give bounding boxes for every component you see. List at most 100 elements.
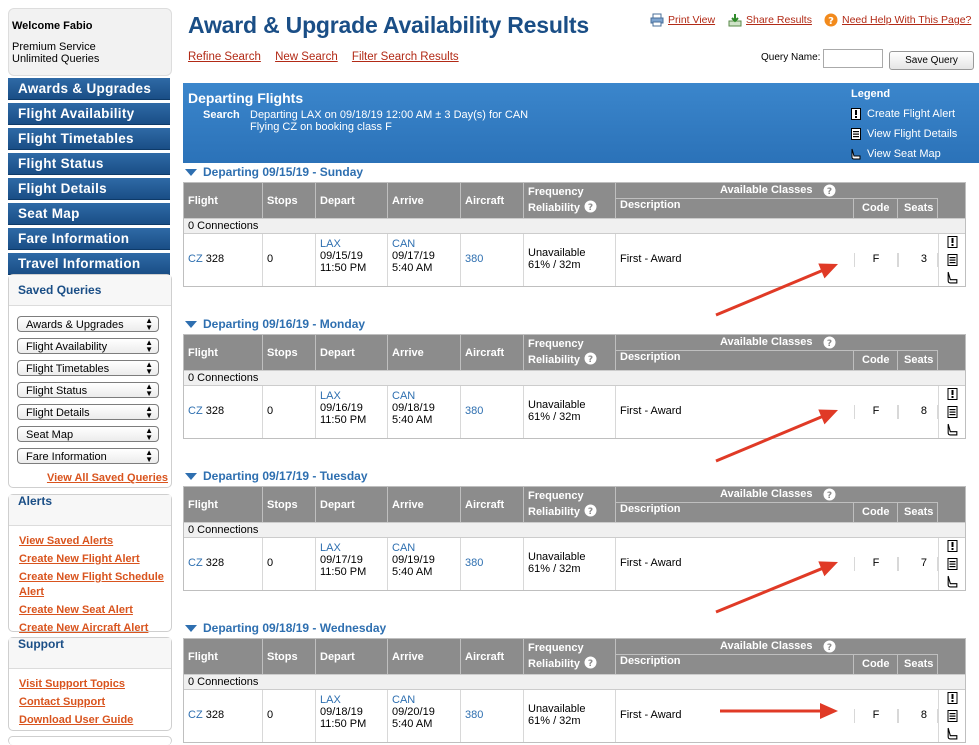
saved-query-select-details[interactable]: Flight Details ▲ ▼ — [17, 404, 159, 420]
col-arrive[interactable]: Arrive — [388, 487, 461, 522]
aircraft-link[interactable]: 380 — [465, 709, 483, 721]
saved-query-select-status[interactable]: Flight Status ▲ ▼ — [17, 382, 159, 398]
col-seats[interactable]: Seats — [898, 199, 938, 218]
col-frequency[interactable]: Frequency Reliability ? — [524, 487, 616, 522]
info-question-icon[interactable]: ? — [823, 488, 836, 501]
col-depart[interactable]: Depart — [316, 183, 388, 218]
col-description[interactable]: Description — [616, 503, 854, 522]
info-question-icon[interactable]: ? — [823, 336, 836, 349]
col-aircraft[interactable]: Aircraft — [461, 487, 524, 522]
create-schedule-alert-link[interactable]: Create New Flight Schedule Alert — [19, 571, 164, 598]
aircraft-link[interactable]: 380 — [465, 253, 483, 265]
depart-airport-link[interactable]: LAX — [320, 694, 341, 706]
nav-flight-availability[interactable]: Flight Availability — [8, 103, 170, 125]
info-question-icon[interactable]: ? — [584, 504, 597, 517]
nav-flight-details[interactable]: Flight Details — [8, 178, 170, 200]
col-seats[interactable]: Seats — [898, 655, 938, 674]
col-description[interactable]: Description — [616, 351, 854, 370]
create-alert-icon[interactable] — [947, 236, 958, 248]
col-code[interactable]: Code — [854, 351, 898, 370]
create-alert-icon[interactable] — [947, 692, 958, 704]
col-code[interactable]: Code — [854, 503, 898, 522]
depart-airport-link[interactable]: LAX — [320, 542, 341, 554]
airline-link[interactable]: CZ — [188, 557, 203, 569]
depart-airport-link[interactable]: LAX — [320, 238, 341, 250]
nav-flight-status[interactable]: Flight Status — [8, 153, 170, 175]
download-user-guide-link[interactable]: Download User Guide — [19, 714, 133, 726]
col-flight[interactable]: Flight — [184, 335, 263, 370]
contact-support-link[interactable]: Contact Support — [19, 696, 105, 708]
filter-results-link[interactable]: Filter Search Results — [352, 51, 459, 63]
help-link[interactable]: Need Help With This Page? — [842, 14, 971, 26]
saved-query-select-awards[interactable]: Awards & Upgrades ▲ ▼ — [17, 316, 159, 332]
col-depart[interactable]: Depart — [316, 487, 388, 522]
refine-search-link[interactable]: Refine Search — [188, 51, 261, 63]
col-frequency[interactable]: Frequency Reliability ? — [524, 183, 616, 218]
info-question-icon[interactable]: ? — [823, 640, 836, 653]
seat-map-icon[interactable] — [947, 575, 958, 588]
col-frequency[interactable]: Frequency Reliability ? — [524, 335, 616, 370]
visit-support-topics-link[interactable]: Visit Support Topics — [19, 678, 125, 690]
airline-link[interactable]: CZ — [188, 709, 203, 721]
flight-details-icon[interactable] — [947, 558, 958, 570]
arrive-airport-link[interactable]: CAN — [392, 390, 415, 402]
info-question-icon[interactable]: ? — [584, 200, 597, 213]
depart-airport-link[interactable]: LAX — [320, 390, 341, 402]
col-description[interactable]: Description — [616, 199, 854, 218]
nav-travel-information[interactable]: Travel Information — [8, 253, 170, 275]
seat-map-icon[interactable] — [947, 271, 958, 284]
flight-details-icon[interactable] — [947, 406, 958, 418]
saved-query-select-seatmap[interactable]: Seat Map ▲ ▼ — [17, 426, 159, 442]
col-arrive[interactable]: Arrive — [388, 335, 461, 370]
col-arrive[interactable]: Arrive — [388, 639, 461, 674]
seat-map-icon[interactable] — [947, 727, 958, 740]
col-seats[interactable]: Seats — [898, 503, 938, 522]
col-description[interactable]: Description — [616, 655, 854, 674]
col-aircraft[interactable]: Aircraft — [461, 639, 524, 674]
col-depart[interactable]: Depart — [316, 639, 388, 674]
flight-details-icon[interactable] — [947, 710, 958, 722]
col-frequency[interactable]: Frequency Reliability ? — [524, 639, 616, 674]
new-search-link[interactable]: New Search — [275, 51, 338, 63]
create-seat-alert-link[interactable]: Create New Seat Alert — [19, 604, 133, 616]
print-view-link-wrap[interactable]: Print View — [650, 13, 715, 27]
arrive-airport-link[interactable]: CAN — [392, 238, 415, 250]
create-alert-icon[interactable] — [947, 540, 958, 552]
col-aircraft[interactable]: Aircraft — [461, 183, 524, 218]
airline-link[interactable]: CZ — [188, 253, 203, 265]
saved-query-select-fare[interactable]: Fare Information ▲ ▼ — [17, 448, 159, 464]
print-view-link[interactable]: Print View — [668, 14, 715, 26]
info-question-icon[interactable]: ? — [584, 656, 597, 669]
col-flight[interactable]: Flight — [184, 183, 263, 218]
saved-query-select-availability[interactable]: Flight Availability ▲ ▼ — [17, 338, 159, 354]
col-stops[interactable]: Stops — [263, 183, 316, 218]
view-saved-alerts-link[interactable]: View Saved Alerts — [19, 535, 113, 547]
col-aircraft[interactable]: Aircraft — [461, 335, 524, 370]
query-name-input[interactable] — [823, 49, 883, 68]
col-flight[interactable]: Flight — [184, 639, 263, 674]
col-seats[interactable]: Seats — [898, 351, 938, 370]
help-link-wrap[interactable]: ? Need Help With This Page? — [824, 13, 971, 27]
col-code[interactable]: Code — [854, 655, 898, 674]
arrive-airport-link[interactable]: CAN — [392, 694, 415, 706]
col-arrive[interactable]: Arrive — [388, 183, 461, 218]
info-question-icon[interactable]: ? — [584, 352, 597, 365]
arrive-airport-link[interactable]: CAN — [392, 542, 415, 554]
day-toggle[interactable]: Departing 09/18/19 - Wednesday — [185, 621, 386, 635]
airline-link[interactable]: CZ — [188, 405, 203, 417]
col-stops[interactable]: Stops — [263, 487, 316, 522]
nav-awards-upgrades[interactable]: Awards & Upgrades — [8, 78, 170, 100]
seat-map-icon[interactable] — [947, 423, 958, 436]
day-toggle[interactable]: Departing 09/16/19 - Monday — [185, 317, 365, 331]
info-question-icon[interactable]: ? — [823, 184, 836, 197]
share-results-link[interactable]: Share Results — [746, 14, 812, 26]
col-code[interactable]: Code — [854, 199, 898, 218]
nav-fare-information[interactable]: Fare Information — [8, 228, 170, 250]
flight-details-icon[interactable] — [947, 254, 958, 266]
col-flight[interactable]: Flight — [184, 487, 263, 522]
create-aircraft-alert-link[interactable]: Create New Aircraft Alert — [19, 622, 148, 634]
create-alert-icon[interactable] — [947, 388, 958, 400]
aircraft-link[interactable]: 380 — [465, 405, 483, 417]
col-depart[interactable]: Depart — [316, 335, 388, 370]
col-stops[interactable]: Stops — [263, 639, 316, 674]
